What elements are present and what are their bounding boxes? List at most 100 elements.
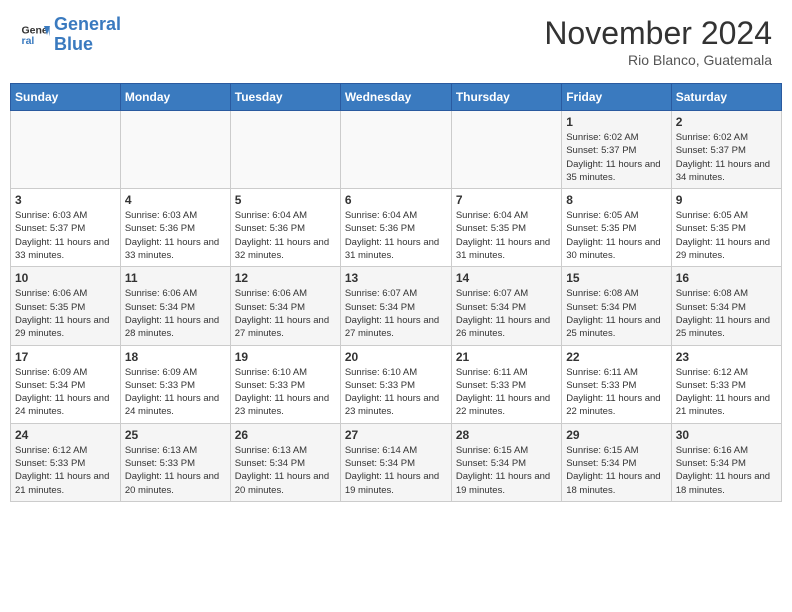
day-number: 22 [566,350,666,364]
day-info: Sunrise: 6:04 AM Sunset: 5:36 PM Dayligh… [345,209,447,262]
weekday-header-saturday: Saturday [671,84,781,111]
calendar-cell: 10 Sunrise: 6:06 AM Sunset: 5:35 PM Dayli… [11,267,121,345]
weekday-header-monday: Monday [120,84,230,111]
calendar-cell: 23Sunrise: 6:12 AM Sunset: 5:33 PM Dayli… [671,345,781,423]
day-info: Sunrise: 6:10 AM Sunset: 5:33 PM Dayligh… [345,366,447,419]
week-row-3: 10 Sunrise: 6:06 AM Sunset: 5:35 PM Dayli… [11,267,782,345]
day-info: Sunrise: 6:04 AM Sunset: 5:35 PM Dayligh… [456,209,557,262]
day-info: Sunrise: 6:11 AM Sunset: 5:33 PM Dayligh… [456,366,557,419]
day-number: 23 [676,350,777,364]
day-number: 15 [566,271,666,285]
day-info: Sunrise: 6:06 AM Sunset: 5:35 PM Dayligh… [15,287,116,340]
calendar-cell: 28 Sunrise: 6:15 AM Sunset: 5:34 PM Dayli… [451,423,561,501]
day-info: Sunrise: 6:06 AM Sunset: 5:34 PM Dayligh… [125,287,226,340]
day-number: 12 [235,271,336,285]
day-info: Sunrise: 6:15 AM Sunset: 5:34 PM Dayligh… [566,444,666,497]
day-info: Sunrise: 6:16 AM Sunset: 5:34 PM Dayligh… [676,444,777,497]
day-number: 1 [566,115,666,129]
day-number: 4 [125,193,226,207]
weekday-header-row: SundayMondayTuesdayWednesdayThursdayFrid… [11,84,782,111]
day-info: Sunrise: 6:02 AM Sunset: 5:37 PM Dayligh… [566,131,666,184]
month-title: November 2024 [544,15,772,52]
day-info: Sunrise: 6:08 AM Sunset: 5:34 PM Dayligh… [676,287,777,340]
location: Rio Blanco, Guatemala [544,52,772,68]
calendar-cell: 7 Sunrise: 6:04 AM Sunset: 5:35 PM Daylig… [451,189,561,267]
day-info: Sunrise: 6:11 AM Sunset: 5:33 PM Dayligh… [566,366,666,419]
day-number: 7 [456,193,557,207]
weekday-header-tuesday: Tuesday [230,84,340,111]
calendar-cell: 12 Sunrise: 6:06 AM Sunset: 5:34 PM Dayli… [230,267,340,345]
calendar-cell: 8 Sunrise: 6:05 AM Sunset: 5:35 PM Daylig… [562,189,671,267]
calendar-cell: 17 Sunrise: 6:09 AM Sunset: 5:34 PM Dayli… [11,345,121,423]
calendar-cell: 11Sunrise: 6:06 AM Sunset: 5:34 PM Dayli… [120,267,230,345]
weekday-header-sunday: Sunday [11,84,121,111]
svg-text:ral: ral [22,35,35,47]
calendar-cell: 1 Sunrise: 6:02 AM Sunset: 5:37 PM Daylig… [562,111,671,189]
day-number: 13 [345,271,447,285]
calendar-cell: 21Sunrise: 6:11 AM Sunset: 5:33 PM Dayli… [451,345,561,423]
day-info: Sunrise: 6:12 AM Sunset: 5:33 PM Dayligh… [15,444,116,497]
calendar-cell: 19Sunrise: 6:10 AM Sunset: 5:33 PM Dayli… [230,345,340,423]
day-info: Sunrise: 6:05 AM Sunset: 5:35 PM Dayligh… [566,209,666,262]
day-info: Sunrise: 6:05 AM Sunset: 5:35 PM Dayligh… [676,209,777,262]
day-info: Sunrise: 6:06 AM Sunset: 5:34 PM Dayligh… [235,287,336,340]
day-number: 2 [676,115,777,129]
day-info: Sunrise: 6:03 AM Sunset: 5:37 PM Dayligh… [15,209,116,262]
day-info: Sunrise: 6:07 AM Sunset: 5:34 PM Dayligh… [456,287,557,340]
week-row-1: 1 Sunrise: 6:02 AM Sunset: 5:37 PM Daylig… [11,111,782,189]
day-number: 9 [676,193,777,207]
logo-text: General Blue [54,15,121,55]
calendar-cell: 22 Sunrise: 6:11 AM Sunset: 5:33 PM Dayli… [562,345,671,423]
calendar-cell: 13 Sunrise: 6:07 AM Sunset: 5:34 PM Dayli… [340,267,451,345]
calendar-cell: 5 Sunrise: 6:04 AM Sunset: 5:36 PM Daylig… [230,189,340,267]
calendar-cell: 9 Sunrise: 6:05 AM Sunset: 5:35 PM Daylig… [671,189,781,267]
calendar-cell: 30 Sunrise: 6:16 AM Sunset: 5:34 PM Dayli… [671,423,781,501]
calendar-cell: 27Sunrise: 6:14 AM Sunset: 5:34 PM Dayli… [340,423,451,501]
day-number: 5 [235,193,336,207]
day-info: Sunrise: 6:13 AM Sunset: 5:33 PM Dayligh… [125,444,226,497]
calendar-cell [340,111,451,189]
day-number: 27 [345,428,447,442]
day-number: 24 [15,428,116,442]
calendar-table: SundayMondayTuesdayWednesdayThursdayFrid… [10,83,782,502]
calendar-cell: 4 Sunrise: 6:03 AM Sunset: 5:36 PM Daylig… [120,189,230,267]
calendar-cell [11,111,121,189]
day-info: Sunrise: 6:07 AM Sunset: 5:34 PM Dayligh… [345,287,447,340]
calendar-cell: 29 Sunrise: 6:15 AM Sunset: 5:34 PM Dayli… [562,423,671,501]
day-info: Sunrise: 6:04 AM Sunset: 5:36 PM Dayligh… [235,209,336,262]
day-number: 16 [676,271,777,285]
day-info: Sunrise: 6:13 AM Sunset: 5:34 PM Dayligh… [235,444,336,497]
day-number: 14 [456,271,557,285]
day-number: 29 [566,428,666,442]
calendar-cell: 24 Sunrise: 6:12 AM Sunset: 5:33 PM Dayli… [11,423,121,501]
day-number: 10 [15,271,116,285]
logo-line2: Blue [54,34,93,54]
day-number: 17 [15,350,116,364]
day-number: 28 [456,428,557,442]
calendar-cell: 15Sunrise: 6:08 AM Sunset: 5:34 PM Dayli… [562,267,671,345]
calendar-cell [230,111,340,189]
calendar-cell: 25 Sunrise: 6:13 AM Sunset: 5:33 PM Dayli… [120,423,230,501]
calendar-cell: 26Sunrise: 6:13 AM Sunset: 5:34 PM Dayli… [230,423,340,501]
day-number: 3 [15,193,116,207]
day-info: Sunrise: 6:15 AM Sunset: 5:34 PM Dayligh… [456,444,557,497]
day-number: 30 [676,428,777,442]
calendar-cell [451,111,561,189]
day-info: Sunrise: 6:03 AM Sunset: 5:36 PM Dayligh… [125,209,226,262]
calendar-cell: 6Sunrise: 6:04 AM Sunset: 5:36 PM Daylig… [340,189,451,267]
week-row-2: 3 Sunrise: 6:03 AM Sunset: 5:37 PM Daylig… [11,189,782,267]
logo-line1: General [54,14,121,34]
weekday-header-friday: Friday [562,84,671,111]
weekday-header-thursday: Thursday [451,84,561,111]
calendar-cell: 2Sunrise: 6:02 AM Sunset: 5:37 PM Daylig… [671,111,781,189]
day-number: 8 [566,193,666,207]
logo: Gene ral General Blue [20,15,121,55]
day-info: Sunrise: 6:10 AM Sunset: 5:33 PM Dayligh… [235,366,336,419]
day-number: 25 [125,428,226,442]
calendar-cell [120,111,230,189]
day-info: Sunrise: 6:09 AM Sunset: 5:34 PM Dayligh… [15,366,116,419]
week-row-4: 17 Sunrise: 6:09 AM Sunset: 5:34 PM Dayli… [11,345,782,423]
calendar-cell: 18Sunrise: 6:09 AM Sunset: 5:33 PM Dayli… [120,345,230,423]
calendar-cell: 20Sunrise: 6:10 AM Sunset: 5:33 PM Dayli… [340,345,451,423]
logo-icon: Gene ral [20,20,50,50]
